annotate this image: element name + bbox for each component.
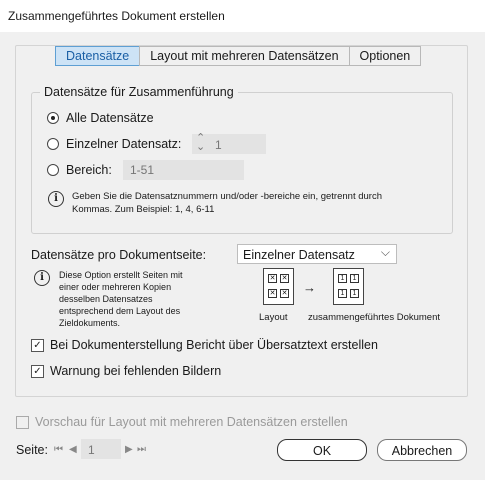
radio-single-record-label[interactable]: Einzelner Datensatz: bbox=[66, 137, 181, 151]
page-label: Seite: bbox=[16, 443, 48, 457]
radio-range[interactable] bbox=[47, 164, 59, 176]
records-info-line-1: Geben Sie die Datensatznummern und/oder … bbox=[72, 191, 382, 202]
radio-all-records[interactable] bbox=[47, 112, 59, 124]
overset-report-checkbox[interactable]: ✓ bbox=[31, 339, 44, 352]
overset-report-label[interactable]: Bei Dokumenterstellung Bericht über Über… bbox=[50, 338, 378, 352]
records-info-text: Geben Sie die Datensatznummern und/oder … bbox=[72, 191, 442, 216]
next-page-icon[interactable]: ▶ bbox=[125, 444, 133, 455]
single-record-value: 1 bbox=[215, 138, 222, 152]
previous-page-icon[interactable]: ◀ bbox=[69, 444, 77, 455]
first-page-icon[interactable]: ⏮ bbox=[54, 444, 63, 455]
tab-layout-mehrere-datensaetze[interactable]: Layout mit mehreren Datensätzen bbox=[139, 46, 350, 66]
radio-range-label[interactable]: Bereich: bbox=[66, 163, 112, 177]
arrow-right-icon: → bbox=[303, 280, 316, 295]
missing-images-label[interactable]: Warnung bei fehlenden Bildern bbox=[50, 364, 221, 378]
records-per-page-label: Datensätze pro Dokumentseite: bbox=[31, 248, 207, 262]
cell-number: 1 bbox=[338, 274, 347, 283]
preview-checkbox[interactable] bbox=[16, 416, 29, 429]
merged-document-diagram-icon: 1 1 1 1 bbox=[333, 268, 364, 305]
records-per-page-info-text: Diese Option erstellt Seiten mit einer o… bbox=[59, 269, 219, 329]
tab-optionen[interactable]: Optionen bbox=[348, 46, 422, 66]
info-line-3: desselben Datensatzes bbox=[59, 294, 153, 304]
layout-caption: Layout bbox=[259, 312, 288, 323]
chevron-down-icon: ⌵ bbox=[380, 245, 390, 259]
tab-datensaetze[interactable]: Datensätze bbox=[55, 46, 141, 66]
title-bar: Zusammengeführtes Dokument erstellen bbox=[0, 0, 485, 32]
records-per-page-selected: Einzelner Datensatz bbox=[243, 248, 355, 262]
range-input[interactable] bbox=[123, 160, 244, 180]
info-line-1: Diese Option erstellt Seiten mit bbox=[59, 270, 183, 280]
info-line-2: einer oder mehreren Kopien bbox=[59, 282, 172, 292]
preview-label[interactable]: Vorschau für Layout mit mehreren Datensä… bbox=[35, 415, 348, 429]
layout-diagram-icon: ✕ ✕ ✕ ✕ bbox=[263, 268, 294, 305]
radio-single-record[interactable] bbox=[47, 138, 59, 150]
merged-document-caption: zusammengeführtes Dokument bbox=[308, 312, 441, 323]
info-icon: i bbox=[34, 270, 50, 286]
info-icon: i bbox=[48, 191, 64, 207]
last-page-icon[interactable]: ⏭ bbox=[137, 444, 146, 455]
info-line-4: entsprechend dem Layout des bbox=[59, 306, 181, 316]
page-number-input[interactable]: 1 bbox=[81, 439, 121, 459]
page-number-value: 1 bbox=[88, 443, 95, 457]
stepper-down-icon[interactable]: ⌄ bbox=[196, 142, 205, 153]
records-info-line-2: Kommas. Zum Beispiel: 1, 4, 6-11 bbox=[72, 203, 215, 215]
tab-bar: Datensätze Layout mit mehreren Datensätz… bbox=[55, 46, 422, 66]
info-line-5: Zieldokuments. bbox=[59, 318, 121, 328]
records-per-page-dropdown[interactable]: Einzelner Datensatz ⌵ bbox=[237, 244, 397, 264]
cell-number: 1 bbox=[350, 274, 359, 283]
radio-all-records-label[interactable]: Alle Datensätze bbox=[66, 111, 154, 125]
missing-images-checkbox[interactable]: ✓ bbox=[31, 365, 44, 378]
cancel-button[interactable]: Abbrechen bbox=[377, 439, 467, 461]
window-title: Zusammengeführtes Dokument erstellen bbox=[8, 9, 225, 23]
cell-number: 1 bbox=[350, 289, 359, 298]
cell-number: 1 bbox=[338, 289, 347, 298]
records-group-legend: Datensätze für Zusammenführung bbox=[40, 85, 238, 99]
ok-button[interactable]: OK bbox=[277, 439, 367, 461]
